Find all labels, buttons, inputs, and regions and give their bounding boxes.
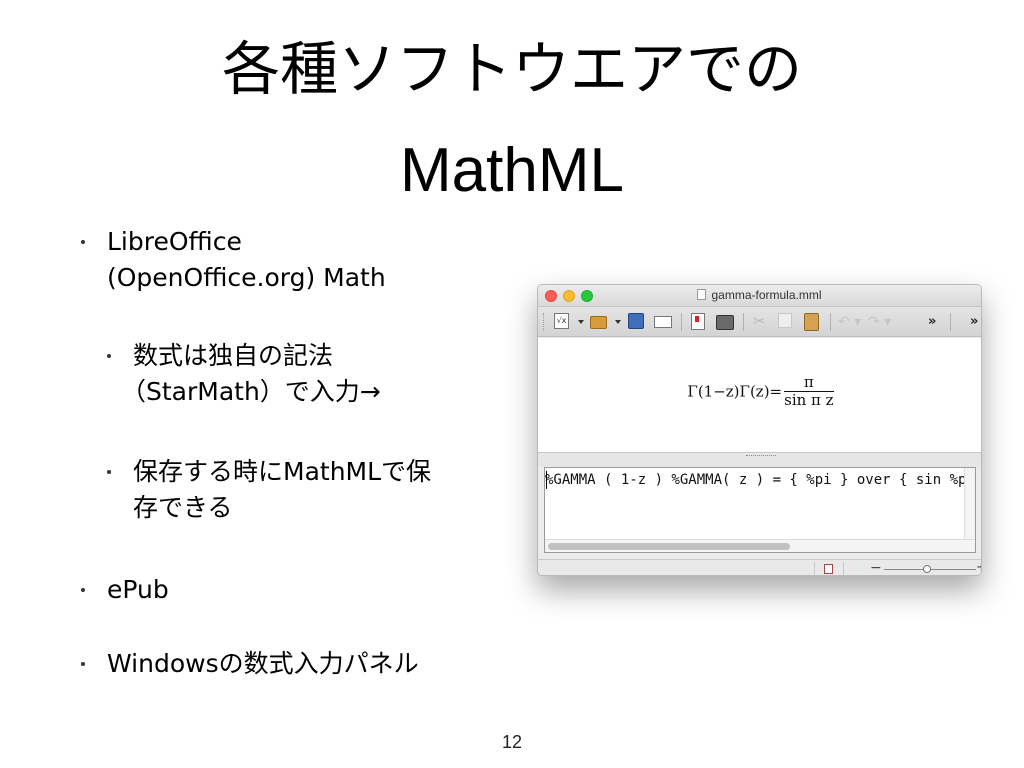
window-title-text: gamma-formula.mml	[711, 288, 822, 302]
window-title: gamma-formula.mml	[538, 288, 981, 302]
pane-splitter[interactable]	[538, 453, 981, 467]
bullet-dot	[107, 354, 111, 358]
zoom-in-button[interactable]: +	[976, 560, 981, 575]
bullet-text-line1: 保存する時にMathMLで保	[133, 457, 432, 486]
bullet-dot	[81, 588, 85, 592]
toolbar-overflow-button[interactable]: »	[928, 313, 936, 331]
standard-toolbar: √x ✂ ↶ ▾ ↷ ▾ » »	[538, 307, 981, 337]
bullet-libreoffice: LibreOffice (OpenOffice.org) Math	[81, 224, 386, 296]
formula-preview-pane[interactable]: Γ(1−z)Γ(z)= π sin π z	[538, 338, 981, 453]
open-folder-icon[interactable]	[590, 316, 607, 329]
redo-icon[interactable]: ↷ ▾	[868, 313, 898, 331]
bullet-dot	[81, 662, 85, 666]
bullet-text: ePub	[107, 575, 169, 604]
status-divider	[843, 562, 844, 575]
toolbar-grip-icon[interactable]	[543, 313, 545, 331]
command-editor[interactable]: %GAMMA ( 1-z ) %GAMMA( z ) = { %pi } ove…	[544, 467, 976, 553]
status-divider	[814, 562, 815, 575]
print-icon[interactable]	[716, 315, 734, 330]
bullet-text-line1: 数式は独自の記法	[133, 341, 334, 370]
chevron-down-icon[interactable]	[615, 320, 621, 324]
save-icon[interactable]	[628, 313, 644, 329]
fraction-denominator: sin π z	[784, 391, 834, 409]
zoom-out-button[interactable]: −	[870, 560, 882, 575]
horizontal-scrollbar[interactable]	[545, 539, 975, 552]
horizontal-scrollbar-thumb[interactable]	[548, 543, 790, 550]
slide-title-line1: 各種ソフトウエアでの	[221, 35, 802, 103]
bullet-epub: ePub	[81, 572, 169, 608]
subbullet-save-mathml: 保存する時にMathMLで保 存できる	[107, 454, 432, 526]
export-pdf-icon[interactable]	[691, 313, 705, 330]
new-formula-icon[interactable]: √x	[554, 313, 569, 329]
email-icon[interactable]	[654, 316, 672, 328]
bullet-text-line2: (OpenOffice.org) Math	[107, 263, 386, 292]
zoom-slider-knob[interactable]	[923, 565, 931, 573]
fraction-numerator: π	[784, 374, 834, 392]
subbullet-notation: 数式は独自の記法 （StarMath）で入力→	[107, 338, 381, 410]
toolbar-separator	[743, 313, 744, 331]
window-titlebar[interactable]: gamma-formula.mml	[538, 285, 981, 307]
bullet-text-line1: LibreOffice	[107, 227, 242, 256]
toolbar-separator	[950, 313, 951, 331]
bullet-text: Windowsの数式入力パネル	[107, 649, 419, 678]
toolbar-separator	[830, 313, 831, 331]
splitter-grip[interactable]	[746, 455, 776, 457]
formula-fraction: π sin π z	[784, 374, 834, 409]
digital-signature-icon[interactable]	[824, 564, 833, 574]
document-icon	[697, 289, 707, 300]
cut-icon[interactable]: ✂	[753, 313, 767, 329]
bullet-dot	[107, 470, 111, 474]
rendered-formula: Γ(1−z)Γ(z)= π sin π z	[538, 374, 981, 409]
command-text[interactable]: %GAMMA ( 1-z ) %GAMMA( z ) = { %pi } ove…	[545, 472, 965, 488]
paste-icon[interactable]	[804, 313, 819, 331]
undo-icon[interactable]: ↶ ▾	[838, 313, 868, 331]
bullet-text-line2: （StarMath）で入力→	[121, 377, 381, 406]
bullet-windows-math-panel: Windowsの数式入力パネル	[81, 646, 419, 682]
status-bar: − +	[538, 559, 981, 575]
formula-lhs: Γ(1−z)Γ(z)=	[687, 382, 783, 401]
chevron-down-icon[interactable]	[578, 320, 584, 324]
bullet-text-line2: 存できる	[133, 493, 233, 522]
toolbar-overflow-button-2[interactable]: »	[970, 313, 978, 331]
toolbar-separator	[681, 313, 682, 331]
vertical-scrollbar[interactable]	[964, 468, 975, 540]
copy-icon[interactable]	[778, 313, 792, 328]
slide-title-line2: MathML	[400, 136, 624, 205]
bullet-dot	[81, 240, 85, 244]
page-number: 12	[501, 732, 523, 752]
libreoffice-math-window: gamma-formula.mml √x ✂ ↶ ▾ ↷ ▾ » » Γ(1−z…	[537, 284, 982, 576]
